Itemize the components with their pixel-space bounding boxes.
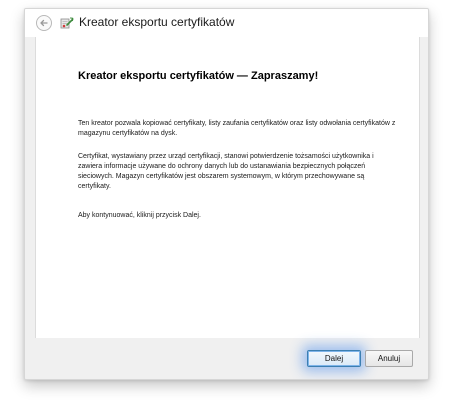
cancel-button[interactable]: Anuluj (365, 350, 413, 367)
continue-instruction: Aby kontynuować, kliknij przycisk Dalej. (78, 212, 201, 219)
back-arrow-icon (40, 19, 48, 27)
intro-paragraph: Ten kreator pozwala kopiować certyfikaty… (78, 120, 396, 137)
wizard-window: Kreator eksportu certyfikatów Kreator ek… (24, 8, 429, 380)
page-heading: Kreator eksportu certyfikatów — Zaprasza… (78, 70, 319, 82)
window-title: Kreator eksportu certyfikatów (79, 15, 235, 29)
title-bar: Kreator eksportu certyfikatów (25, 9, 428, 37)
next-button[interactable]: Dalej (307, 350, 361, 367)
button-bar: Dalej Anuluj (25, 338, 428, 379)
page: Kreator eksportu certyfikatów Kreator ek… (0, 0, 455, 404)
certificate-info-paragraph: Certyfikat, wystawiany przez urząd certy… (78, 153, 374, 190)
wizard-content: Kreator eksportu certyfikatów — Zaprasza… (35, 37, 420, 339)
certificate-wizard-icon (60, 17, 74, 29)
back-button[interactable] (36, 15, 52, 31)
